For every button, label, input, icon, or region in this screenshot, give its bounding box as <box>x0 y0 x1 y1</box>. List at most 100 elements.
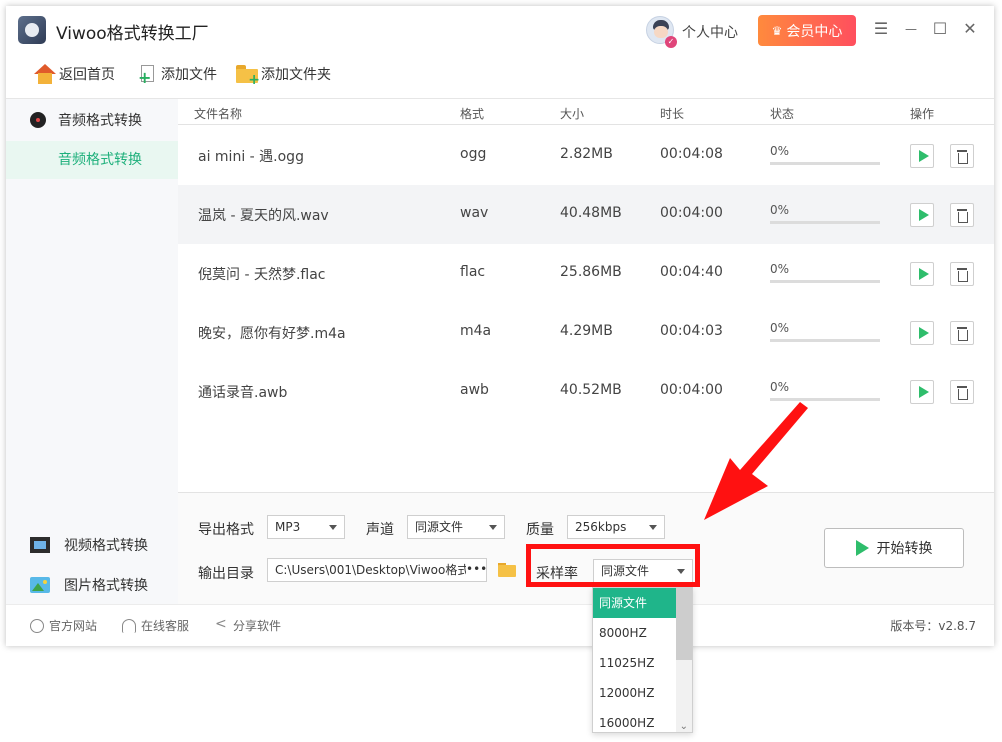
annotation-arrow-icon <box>704 402 808 520</box>
file-format: m4a <box>460 323 492 339</box>
chevron-down-icon <box>489 525 497 530</box>
close-button[interactable]: ✕ <box>959 18 981 40</box>
menu-icon[interactable]: ☰ <box>870 18 892 40</box>
table-row[interactable]: 晚安，愿你有好梦.m4a m4a 4.29MB 00:04:03 0% <box>178 303 994 362</box>
maximize-button[interactable]: ☐ <box>929 18 951 40</box>
file-name: ai mini - 遇.ogg <box>198 149 304 165</box>
home-icon <box>34 64 56 84</box>
play-icon[interactable] <box>910 321 934 345</box>
file-format: wav <box>460 205 489 221</box>
verified-badge-icon: ✓ <box>665 36 677 48</box>
sidebar-item-audio[interactable]: 音频格式转换 <box>6 107 178 133</box>
vip-center-label: 会员中心 <box>786 23 843 40</box>
file-name: 温岚 - 夏天的风.wav <box>198 208 329 224</box>
output-dir-more[interactable]: ••• <box>466 559 487 579</box>
share-label: 分享软件 <box>233 619 282 633</box>
app-logo-icon <box>18 16 46 44</box>
dropdown-scrollbar[interactable]: ⌄ <box>676 588 692 732</box>
trash-icon[interactable] <box>950 321 974 345</box>
quality-label: 质量 <box>526 522 554 538</box>
trash-icon[interactable] <box>950 203 974 227</box>
progress-bar <box>770 162 880 165</box>
export-format-select[interactable]: MP3 <box>267 515 345 539</box>
header-actions: 操作 <box>910 107 935 121</box>
play-icon[interactable] <box>910 262 934 286</box>
globe-icon <box>30 618 44 633</box>
table-row[interactable]: 通话录音.awb awb 40.52MB 00:04:00 0% <box>178 362 994 421</box>
add-file-icon: + <box>138 64 158 86</box>
dropdown-option[interactable]: 8000HZ <box>593 618 677 648</box>
progress-bar <box>770 221 880 224</box>
table-row[interactable]: ai mini - 遇.ogg ogg 2.82MB 00:04:08 0% <box>178 126 994 185</box>
disc-icon <box>30 112 46 128</box>
file-size: 2.82MB <box>560 146 613 162</box>
chevron-down-icon[interactable]: ⌄ <box>680 721 688 732</box>
trash-icon[interactable] <box>950 144 974 168</box>
file-name: 通话录音.awb <box>198 385 288 401</box>
progress-text: 0% <box>770 262 790 276</box>
table-header: 文件名称 格式 大小 时长 状态 操作 <box>178 99 994 125</box>
progress-text: 0% <box>770 203 790 217</box>
share-link[interactable]: 分享软件 <box>214 616 282 634</box>
open-folder-icon[interactable] <box>498 563 516 577</box>
crown-icon: ♛ <box>771 23 783 38</box>
file-duration: 00:04:40 <box>660 264 723 280</box>
export-format-value: MP3 <box>275 520 301 534</box>
output-dir-label: 输出目录 <box>198 566 254 582</box>
channel-select[interactable]: 同源文件 <box>407 515 505 539</box>
sidebar-item-label: 视频格式转换 <box>64 538 148 554</box>
service-link[interactable]: 在线客服 <box>122 617 189 634</box>
app-title: Viwoo格式转换工厂 <box>56 24 209 44</box>
add-folder-button[interactable]: + 添加文件夹 <box>236 64 331 87</box>
quality-select[interactable]: 256kbps <box>567 515 665 539</box>
sidebar-item-video[interactable]: 视频格式转换 <box>6 531 178 559</box>
file-size: 40.52MB <box>560 382 622 398</box>
website-label: 官方网站 <box>49 619 98 633</box>
header-name: 文件名称 <box>194 107 243 121</box>
start-convert-button[interactable]: 开始转换 <box>824 528 964 568</box>
version-text: 版本号：v2.8.7 <box>890 619 976 633</box>
add-file-button[interactable]: + 添加文件 <box>138 64 217 86</box>
add-file-label: 添加文件 <box>161 67 217 83</box>
play-icon[interactable] <box>910 203 934 227</box>
trash-icon[interactable] <box>950 262 974 286</box>
table-row[interactable]: 倪莫问 - 夭然梦.flac flac 25.86MB 00:04:40 0% <box>178 244 994 303</box>
sidebar: 音频格式转换 音频格式转换 视频格式转换 图片格式转换 <box>6 98 178 604</box>
play-icon[interactable] <box>910 144 934 168</box>
service-label: 在线客服 <box>141 619 190 633</box>
home-button[interactable]: 返回首页 <box>34 64 115 84</box>
file-name: 倪莫问 - 夭然梦.flac <box>198 267 326 283</box>
progress-bar <box>770 280 880 283</box>
minimize-button[interactable]: — <box>900 18 922 40</box>
sidebar-item-image[interactable]: 图片格式转换 <box>6 571 178 599</box>
progress-text: 0% <box>770 144 790 158</box>
file-size: 40.48MB <box>560 205 622 221</box>
footer: 官方网站 在线客服 分享软件 版本号：v2.8.7 <box>6 604 994 646</box>
trash-icon[interactable] <box>950 380 974 404</box>
dropdown-option[interactable]: 16000HZ <box>593 708 677 732</box>
start-convert-label: 开始转换 <box>876 541 933 557</box>
title-bar: Viwoo格式转换工厂 ✓ 个人中心 ♛ 会员中心 ☰ — ☐ ✕ <box>6 6 994 56</box>
scrollbar-thumb[interactable] <box>676 588 692 660</box>
user-center-link[interactable]: 个人中心 <box>682 22 738 42</box>
add-folder-icon: + <box>236 65 260 87</box>
channel-label: 声道 <box>366 522 394 538</box>
sidebar-subitem-audio-convert[interactable]: 音频格式转换 <box>6 141 178 179</box>
dropdown-option[interactable]: 11025HZ <box>593 648 677 678</box>
app-window: Viwoo格式转换工厂 ✓ 个人中心 ♛ 会员中心 ☰ — ☐ ✕ 返回首页 +… <box>6 6 994 646</box>
dropdown-option[interactable]: 12000HZ <box>593 678 677 708</box>
table-row[interactable]: 温岚 - 夏天的风.wav wav 40.48MB 00:04:00 0% <box>178 185 994 244</box>
vip-center-button[interactable]: ♛ 会员中心 <box>758 15 856 46</box>
chevron-down-icon <box>649 525 657 530</box>
dropdown-option[interactable]: 同源文件 <box>593 588 677 618</box>
headset-icon <box>122 618 136 633</box>
play-icon[interactable] <box>910 380 934 404</box>
progress-bar <box>770 339 880 342</box>
file-size: 25.86MB <box>560 264 622 280</box>
export-format-label: 导出格式 <box>198 522 254 538</box>
website-link[interactable]: 官方网站 <box>30 617 97 634</box>
sample-rate-dropdown: 同源文件 8000HZ 11025HZ 12000HZ 16000HZ ⌄ <box>592 587 693 733</box>
header-size: 大小 <box>560 107 585 121</box>
output-dir-field[interactable]: C:\Users\001\Desktop\Viwoo格式 <box>267 558 487 582</box>
header-duration: 时长 <box>660 107 685 121</box>
